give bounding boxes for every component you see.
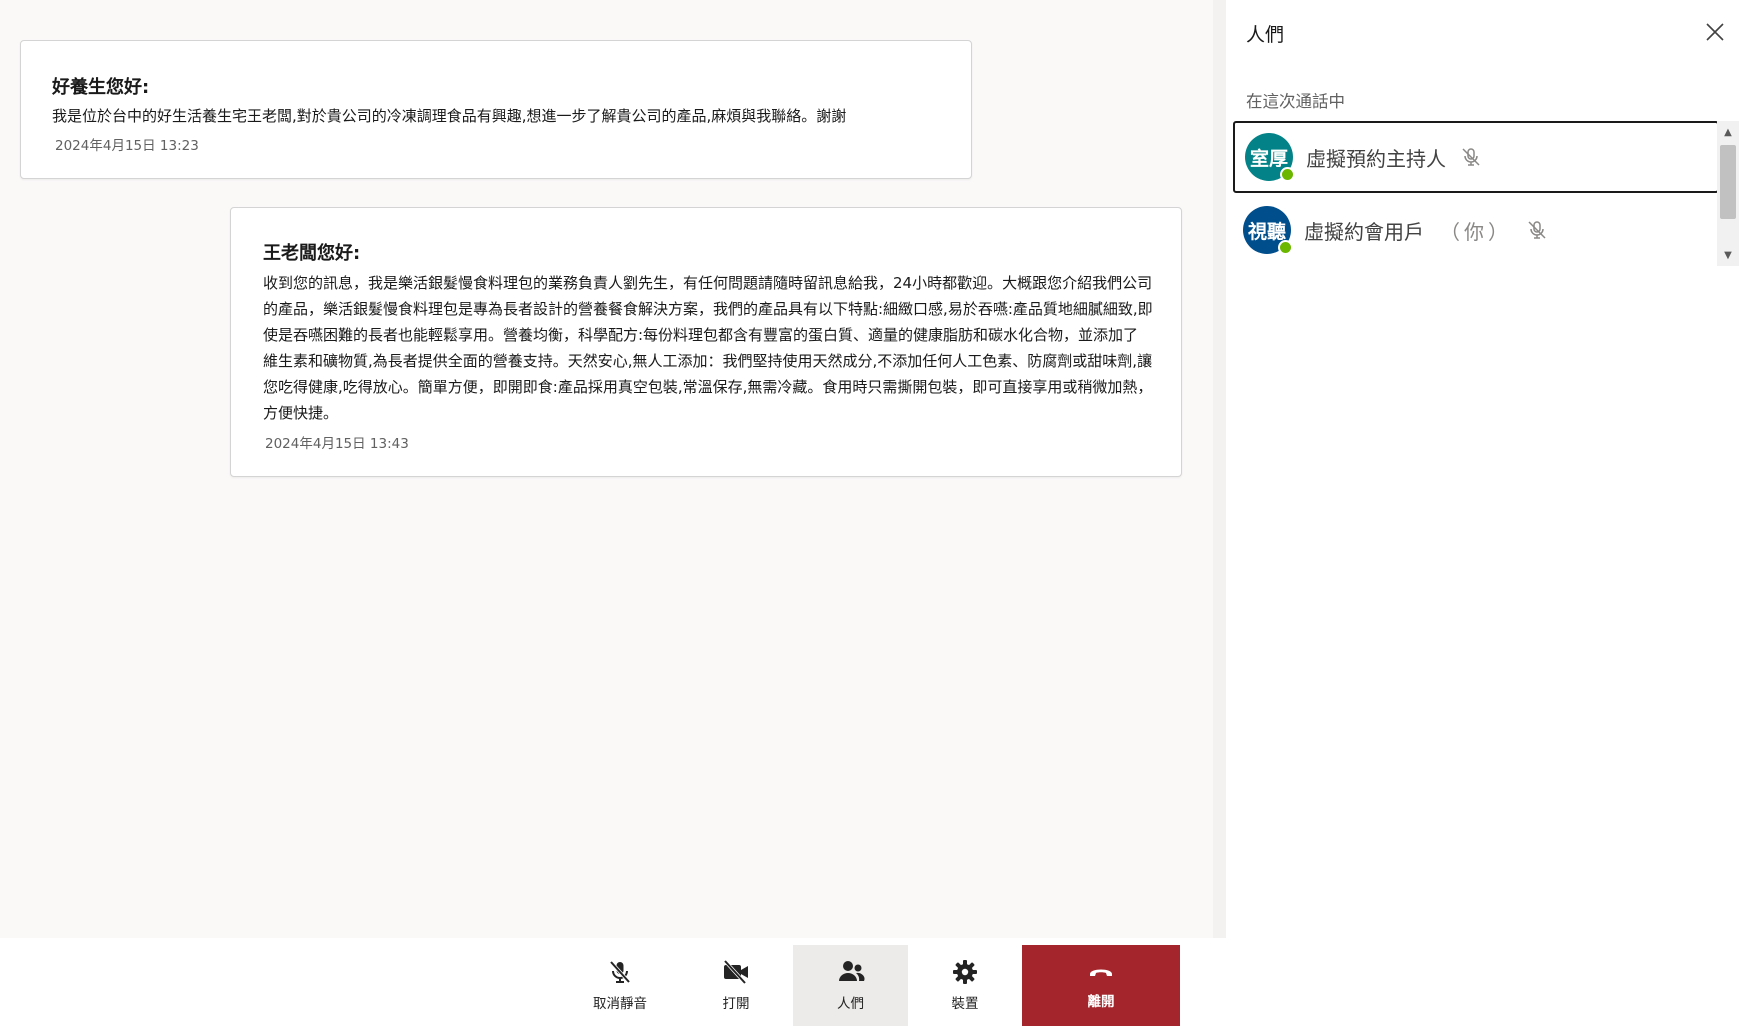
participant-name: 虛擬約會用戶 [1304, 219, 1424, 244]
participant-name: 虛擬預約主持人 [1306, 146, 1446, 171]
leave-call-button[interactable]: 離開 [1022, 945, 1180, 1026]
chat-area: 好養生您好: 我是位於台中的好生活養生宅王老闆,對於貴公司的冷凍調理食品有興趣,… [0, 0, 1213, 938]
video-off-icon [723, 959, 748, 985]
message-title: 好養生您好: [52, 77, 150, 98]
camera-label: 打開 [722, 996, 750, 1012]
chat-message: 好養生您好: 我是位於台中的好生活養生宅王老闆,對於貴公司的冷凍調理食品有興趣,… [20, 40, 972, 179]
message-body: 我是位於台中的好生活養生宅王老闆,對於貴公司的冷凍調理食品有興趣,想進一步了解貴… [52, 107, 847, 125]
close-icon [1706, 23, 1724, 41]
presence-available-icon [1278, 240, 1293, 255]
device-settings-button[interactable]: 裝置 [908, 945, 1022, 1026]
participant-item[interactable]: 視聽 虛擬約會用戶 （你） [1233, 194, 1719, 266]
participant-item[interactable]: 室厚 虛擬預約主持人 [1233, 121, 1719, 193]
people-label: 人們 [837, 996, 864, 1012]
unmute-button[interactable]: 取消靜音 [576, 945, 664, 1026]
panel-divider [1213, 0, 1226, 938]
leave-label: 離開 [1087, 994, 1115, 1010]
you-label: （你） [1440, 219, 1512, 244]
mic-off-icon [1460, 146, 1482, 168]
avatar: 室厚 [1245, 133, 1295, 182]
avatar: 視聽 [1243, 206, 1293, 255]
gear-icon [953, 960, 977, 984]
avatar-initials: 視聽 [1247, 220, 1286, 243]
scroll-thumb[interactable] [1720, 145, 1736, 219]
section-label-in-call: 在這次通話中 [1246, 92, 1345, 111]
scroll-down-arrow-icon[interactable]: ▼ [1717, 246, 1739, 264]
participant-list-scrollbar[interactable]: ▲ ▼ [1717, 121, 1739, 266]
mic-off-icon [1526, 219, 1548, 241]
mic-off-icon [609, 960, 631, 984]
people-button[interactable]: 人們 [793, 945, 908, 1026]
close-panel-button[interactable] [1701, 18, 1729, 46]
scroll-up-arrow-icon[interactable]: ▲ [1717, 123, 1739, 141]
meeting-window: 好養生您好: 我是位於台中的好生活養生宅王老闆,對於貴公司的冷凍調理食品有興趣,… [0, 0, 1739, 1026]
panel-title: 人們 [1246, 24, 1285, 46]
message-body: 收到您的訊息，我是樂活銀髮慢食料理包的業務負責人劉先生，有任何問題請隨時留訊息給… [263, 274, 1153, 422]
avatar-initials: 室厚 [1249, 147, 1288, 170]
chat-message: 王老闆您好: 收到您的訊息，我是樂活銀髮慢食料理包的業務負責人劉先生，有任何問題… [230, 207, 1182, 477]
unmute-label: 取消靜音 [593, 996, 647, 1012]
hang-up-icon [1090, 969, 1112, 976]
presence-available-icon [1280, 167, 1295, 182]
device-label: 裝置 [951, 996, 979, 1012]
participant-list: 室厚 虛擬預約主持人 視聽 虛擬約會用戶 （你） [1233, 121, 1719, 266]
message-timestamp: 2024年4月15日 13:43 [265, 436, 409, 452]
message-title: 王老闆您好: [263, 243, 361, 264]
message-timestamp: 2024年4月15日 13:23 [55, 138, 199, 154]
call-toolbar: 取消靜音 打開 人們 裝置 離開 [0, 938, 1739, 1026]
people-panel: 人們 在這次通話中 室厚 虛擬預約主持人 視聽 虛擬約會用戶 （你） ▲ ▼ [1226, 0, 1739, 938]
camera-on-button[interactable]: 打開 [690, 945, 782, 1026]
people-icon [838, 961, 864, 981]
